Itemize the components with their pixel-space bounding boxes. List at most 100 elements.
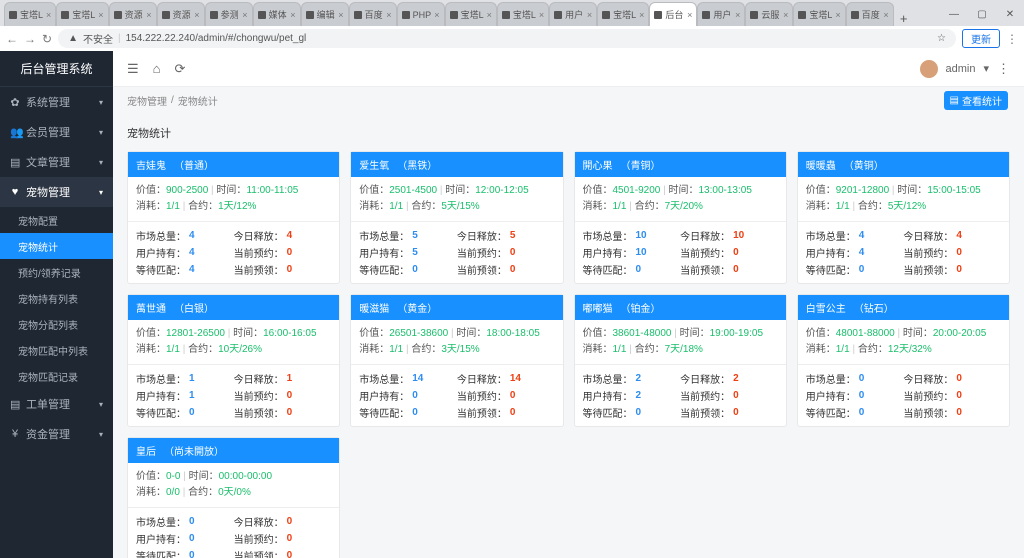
new-tab-button[interactable]: + <box>894 11 914 26</box>
browser-tab[interactable]: 宝塔L× <box>4 2 56 26</box>
browser-tab[interactable]: PHP× <box>397 2 445 26</box>
star-icon[interactable]: ☆ <box>937 33 946 44</box>
close-icon[interactable]: × <box>434 10 439 20</box>
card-title: 開心果 <box>583 157 613 172</box>
browser-tab[interactable]: 媒体× <box>253 2 301 26</box>
close-icon[interactable]: × <box>146 10 151 20</box>
pet-card: 開心果 （青铜） 价值：4501-9200 | 时间：13:00-13:05消耗：1… <box>574 151 787 284</box>
sidebar-item[interactable]: ▤文章管理▾ <box>0 147 113 177</box>
browser-chrome: 宝塔L×宝塔L×资源×资源×参测×媒体×编辑×百度×PHP×宝塔L×宝塔L×用户… <box>0 0 1024 51</box>
browser-tab[interactable]: 宝塔L× <box>445 2 497 26</box>
card-rank: （普通） <box>174 157 214 172</box>
sidebar-sub-item[interactable]: 宠物匹配记录 <box>0 363 113 389</box>
card-meta: 价值：9201-12800 | 时间：15:00-15:05消耗：1/1 | 合… <box>798 177 1009 222</box>
文章管理-icon: ▤ <box>10 156 20 169</box>
sidebar-sub-item[interactable]: 宠物统计 <box>0 233 113 259</box>
nav-reload-icon[interactable]: ↻ <box>42 32 52 46</box>
sidebar-item[interactable]: ♥宠物管理▾ <box>0 177 113 207</box>
close-icon[interactable]: × <box>290 10 295 20</box>
card-meta: 价值：26501-38600 | 时间：18:00-18:05消耗：1/1 | … <box>351 320 562 365</box>
more-icon[interactable]: ⋮ <box>997 61 1010 77</box>
close-icon[interactable]: × <box>639 10 644 20</box>
update-button[interactable]: 更新 <box>962 29 1000 48</box>
close-icon[interactable]: × <box>883 10 888 20</box>
address-bar: ← → ↻ ▲ 不安全 | 154.222.22.240/admin/#/cho… <box>0 26 1024 51</box>
sidebar-item[interactable]: ¥资金管理▾ <box>0 419 113 449</box>
sidebar-sub-item[interactable]: 宠物持有列表 <box>0 285 113 311</box>
card-grid: 吉娃鬼（普通）价值：900-2500 | 时间：11:00-11:05消耗：1/… <box>127 151 1010 558</box>
close-icon[interactable]: × <box>487 10 492 20</box>
window-max-button[interactable]: ▢ <box>968 2 996 26</box>
close-icon[interactable]: × <box>735 10 740 20</box>
collapse-icon[interactable]: ☰ <box>127 61 139 77</box>
browser-tab[interactable]: 用户× <box>549 2 597 26</box>
insecure-icon: ▲ <box>68 33 78 44</box>
card-stats: 市场总量：4今日释放：4用户持有：4当前预约：0等待匹配：4当前预领：0 <box>128 222 339 283</box>
card-rank: （青铜） <box>621 157 661 172</box>
browser-tab[interactable]: 百度× <box>846 2 894 26</box>
pet-card: 暖暖蟲（黄铜）价值：9201-12800 | 时间：15:00-15:05消耗：… <box>797 151 1010 284</box>
admin-label[interactable]: admin <box>946 63 976 75</box>
avatar[interactable] <box>920 60 938 78</box>
sidebar-item[interactable]: 👥会员管理▾ <box>0 117 113 147</box>
user-chevron-icon[interactable]: ▾ <box>983 62 989 75</box>
menu-icon[interactable]: ⋮ <box>1006 32 1018 46</box>
browser-tab[interactable]: 参测× <box>205 2 253 26</box>
main-area: ☰ ⌂ ⟳ admin ▾ ⋮ 宠物管理 / 宠物统计 ▤ 查看统计 宠物统计 … <box>113 51 1024 558</box>
sidebar-sub-item[interactable]: 宠物配置 <box>0 207 113 233</box>
sidebar-item[interactable]: ▤工单管理▾ <box>0 389 113 419</box>
card-stats: 市场总量：2今日释放：2用户持有：2当前预约：0等待匹配：0当前预领：0 <box>575 365 786 426</box>
browser-tab[interactable]: 后台× <box>649 2 697 26</box>
crumb-a[interactable]: 宠物管理 <box>127 93 167 108</box>
breadcrumb: 宠物管理 / 宠物统计 ▤ 查看统计 <box>113 87 1024 113</box>
browser-tab[interactable]: 宝塔L× <box>793 2 845 26</box>
nav-back-icon[interactable]: ← <box>6 32 18 46</box>
系统管理-icon: ✿ <box>10 96 20 109</box>
pet-card: 白雪公主（钻石）价值：48001-88000 | 时间：20:00-20:05消… <box>797 294 1010 427</box>
card-header: 皇后（尚未開放） <box>128 438 339 463</box>
sidebar-item[interactable]: ✿系统管理▾ <box>0 87 113 117</box>
close-icon[interactable]: × <box>194 10 199 20</box>
card-meta: 价值：12801-26500 | 时间：16:00-16:05消耗：1/1 | … <box>128 320 339 365</box>
browser-tab[interactable]: 编辑× <box>301 2 349 26</box>
browser-tab[interactable]: 用户× <box>697 2 745 26</box>
close-icon[interactable]: × <box>783 10 788 20</box>
sidebar-sub-item[interactable]: 宠物分配列表 <box>0 311 113 337</box>
sidebar-sub-item[interactable]: 预约/领养记录 <box>0 259 113 285</box>
card-rank: （尚未開放） <box>164 443 224 458</box>
home-icon[interactable]: ⌂ <box>153 61 161 76</box>
browser-tab[interactable]: 宝塔L× <box>497 2 549 26</box>
browser-tab[interactable]: 资源× <box>157 2 205 26</box>
close-icon[interactable]: × <box>386 10 391 20</box>
browser-tab[interactable]: 云服× <box>745 2 793 26</box>
pet-card: 吉娃鬼（普通）价值：900-2500 | 时间：11:00-11:05消耗：1/… <box>127 151 340 284</box>
close-icon[interactable]: × <box>539 10 544 20</box>
refresh-icon[interactable]: ⟳ <box>175 61 186 77</box>
card-meta: 价值：48001-88000 | 时间：20:00-20:05消耗：1/1 | … <box>798 320 1009 365</box>
close-icon[interactable]: × <box>98 10 103 20</box>
close-icon[interactable]: × <box>338 10 343 20</box>
close-icon[interactable]: × <box>835 10 840 20</box>
browser-tab[interactable]: 资源× <box>109 2 157 26</box>
close-icon[interactable]: × <box>587 10 592 20</box>
close-icon[interactable]: × <box>687 10 692 20</box>
card-title: 暖暖蟲 <box>806 157 836 172</box>
browser-tab[interactable]: 宝塔L× <box>597 2 649 26</box>
window-min-button[interactable]: — <box>940 2 968 26</box>
close-icon[interactable]: × <box>46 10 51 20</box>
browser-tab[interactable]: 百度× <box>349 2 397 26</box>
card-rank: （钻石） <box>854 300 894 315</box>
close-icon[interactable]: × <box>242 10 247 20</box>
sidebar-sub-item[interactable]: 宠物匹配中列表 <box>0 337 113 363</box>
card-rank: （黑铁） <box>397 157 437 172</box>
window-close-button[interactable]: ✕ <box>996 2 1024 26</box>
card-meta: 价值：4501-9200 | 时间：13:00-13:05消耗：1/1 | 合约… <box>575 177 786 222</box>
qr-button[interactable]: ▤ 查看统计 <box>944 91 1008 110</box>
topbar: ☰ ⌂ ⟳ admin ▾ ⋮ <box>113 51 1024 87</box>
content: 宠物统计 吉娃鬼（普通）价值：900-2500 | 时间：11:00-11:05… <box>113 113 1024 558</box>
browser-tab[interactable]: 宝塔L× <box>56 2 108 26</box>
sidebar: 后台管理系统 ✿系统管理▾👥会员管理▾▤文章管理▾♥宠物管理▾宠物配置宠物统计预… <box>0 51 113 558</box>
url-field[interactable]: ▲ 不安全 | 154.222.22.240/admin/#/chongwu/p… <box>58 29 956 48</box>
pet-card: 萬世通（白银）价值：12801-26500 | 时间：16:00-16:05消耗… <box>127 294 340 427</box>
nav-fwd-icon[interactable]: → <box>24 32 36 46</box>
